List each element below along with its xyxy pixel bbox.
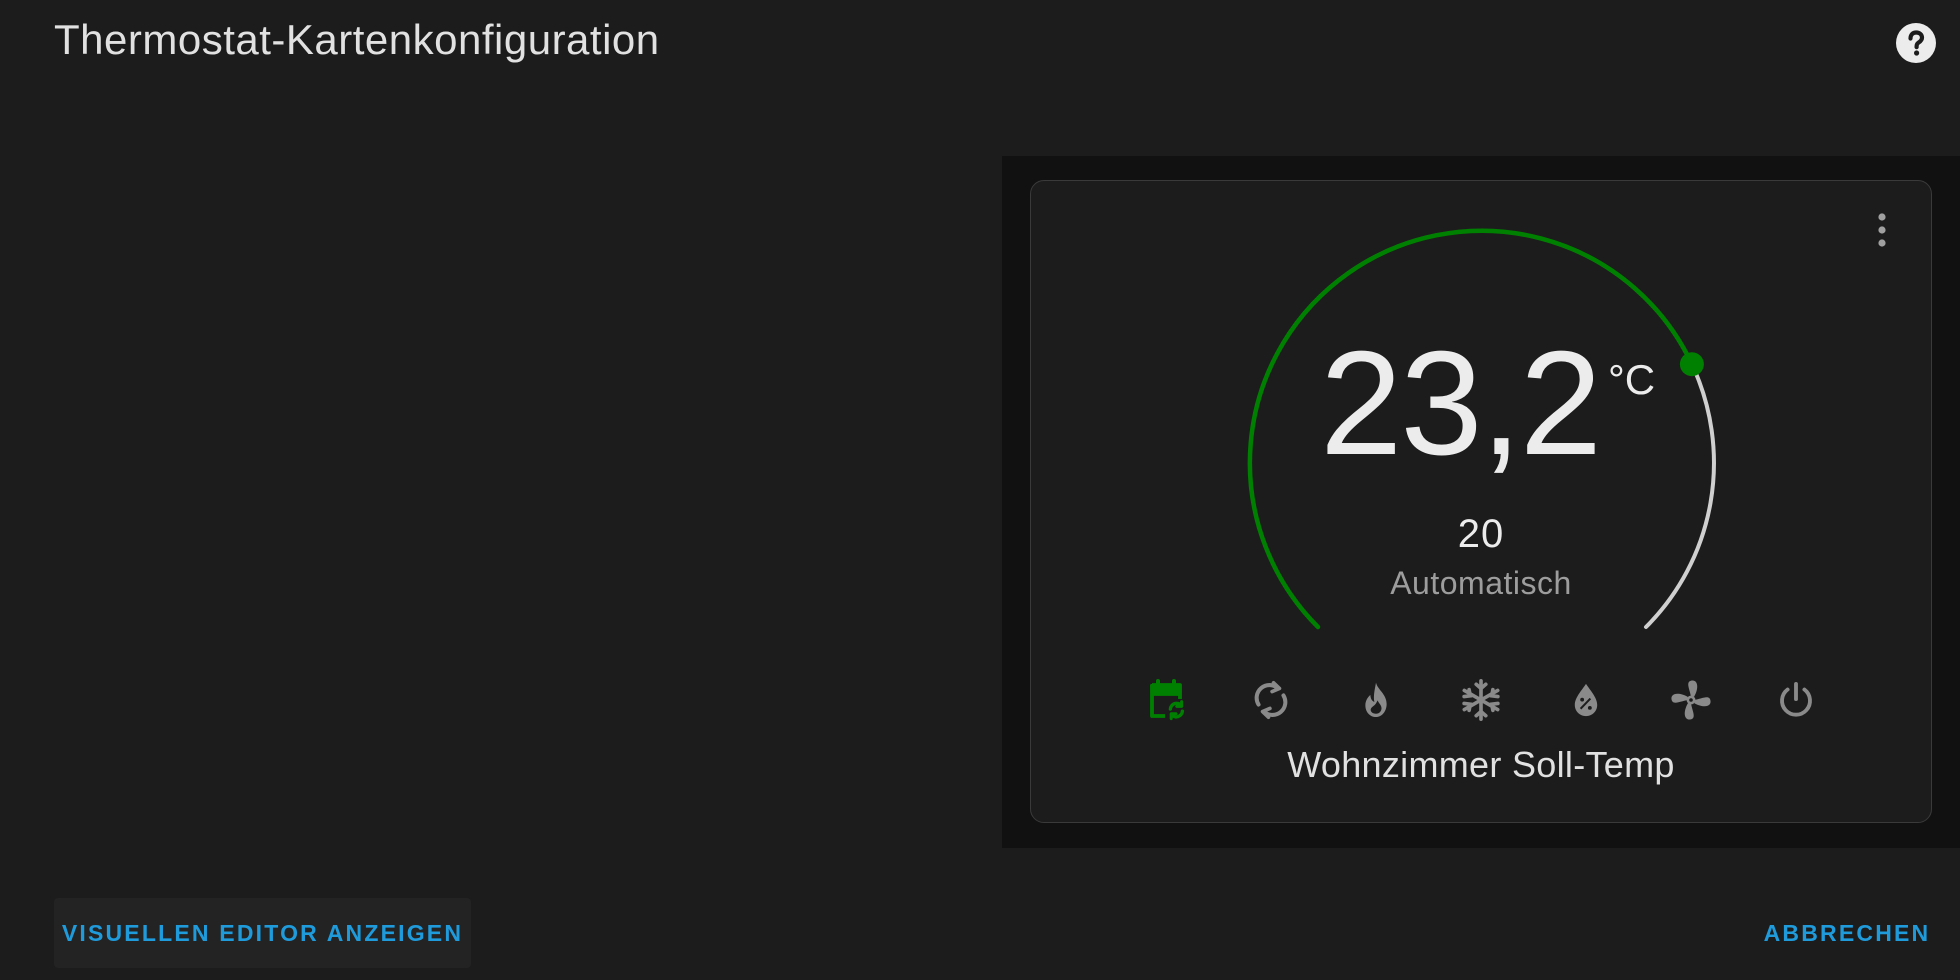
power-icon[interactable] bbox=[1768, 672, 1824, 728]
fan-icon[interactable] bbox=[1663, 672, 1719, 728]
snowflake-icon[interactable] bbox=[1453, 672, 1509, 728]
current-temperature: 23,2 bbox=[1320, 321, 1602, 486]
hvac-action-label: Automatisch bbox=[1390, 565, 1572, 601]
card-entity-name: Wohnzimmer Soll-Temp bbox=[1287, 744, 1675, 785]
dots-vertical-icon[interactable] bbox=[1866, 208, 1898, 252]
target-temperature: 20 bbox=[1457, 512, 1505, 556]
autorenew-icon[interactable] bbox=[1243, 672, 1299, 728]
dialog-title: Thermostat-Kartenkonfiguration bbox=[54, 16, 660, 63]
dial-track bbox=[1644, 362, 1716, 629]
hvac-mode-bar bbox=[1130, 672, 1830, 728]
water-percent-icon[interactable] bbox=[1558, 672, 1614, 728]
help-icon[interactable] bbox=[1895, 22, 1937, 64]
temperature-unit: °C bbox=[1608, 356, 1656, 403]
cancel-button[interactable]: ABBRECHEN bbox=[1752, 898, 1942, 968]
thermostat-card-config-dialog: Thermostat-Kartenkonfiguration 23,2 °C 2… bbox=[0, 0, 1960, 980]
show-visual-editor-button[interactable]: VISUELLEN EDITOR ANZEIGEN bbox=[54, 898, 471, 968]
fire-icon[interactable] bbox=[1348, 672, 1404, 728]
calendar-sync-icon[interactable] bbox=[1138, 672, 1194, 728]
dial-handle[interactable] bbox=[1679, 352, 1704, 377]
